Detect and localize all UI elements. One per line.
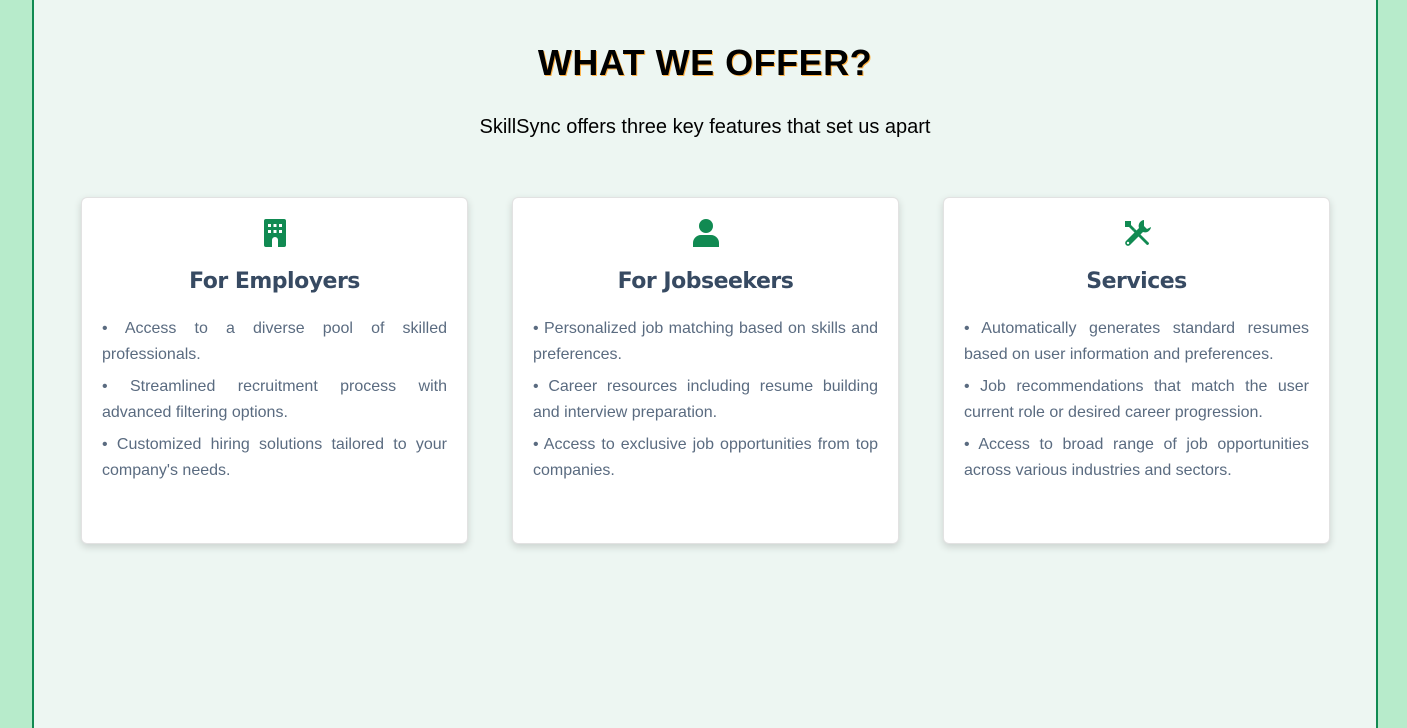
section-subtitle: SkillSync offers three key features that… — [479, 116, 931, 138]
feature-list: • Automatically generates standard resum… — [964, 316, 1309, 490]
building-icon — [260, 218, 290, 248]
list-item: • Career resources including resume buil… — [533, 378, 878, 421]
jobseekers-card: For Jobseekers • Personalized job matchi… — [512, 197, 899, 544]
card-title: For Employers — [189, 269, 360, 294]
list-item: • Access to broad range of job opportuni… — [964, 436, 1309, 479]
card-title: For Jobseekers — [617, 269, 794, 294]
list-item: • Access to exclusive job opportunities … — [533, 436, 878, 479]
list-item: • Access to a diverse pool of skilled pr… — [102, 320, 447, 363]
list-item: • Customized hiring solutions tailored t… — [102, 436, 447, 479]
services-card: Services • Automatically generates stand… — [943, 197, 1330, 544]
list-item: • Job recommendations that match the use… — [964, 378, 1309, 421]
employers-card: For Employers • Access to a diverse pool… — [81, 197, 468, 544]
offer-section: WHAT WE OFFER? SkillSync offers three ke… — [32, 0, 1378, 728]
feature-list: • Personalized job matching based on ski… — [533, 316, 878, 490]
tools-icon — [1122, 218, 1152, 248]
card-title: Services — [1086, 269, 1187, 294]
user-icon — [691, 218, 721, 248]
list-item: • Streamlined recruitment process with a… — [102, 378, 447, 421]
section-title: WHAT WE OFFER? — [537, 42, 873, 83]
list-item: • Personalized job matching based on ski… — [533, 320, 878, 363]
feature-list: • Access to a diverse pool of skilled pr… — [102, 316, 447, 490]
list-item: • Automatically generates standard resum… — [964, 320, 1309, 363]
